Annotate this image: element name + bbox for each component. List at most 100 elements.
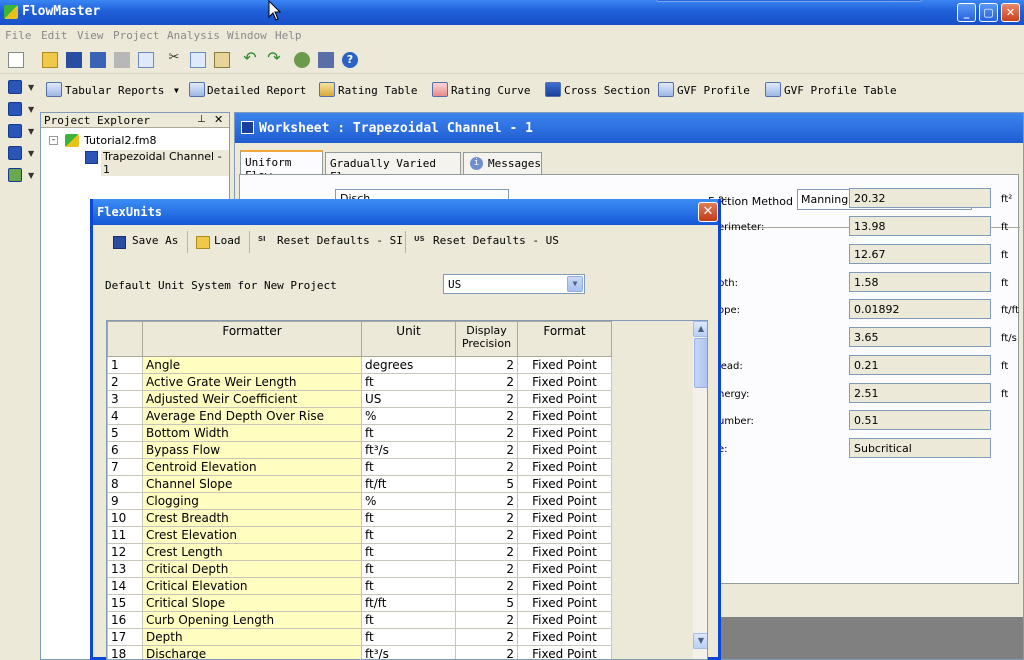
unit-cell[interactable]: ft/ft <box>361 594 456 612</box>
unit-cell[interactable]: % <box>361 492 456 510</box>
precision-cell[interactable]: 2 <box>455 611 518 629</box>
paste-icon[interactable] <box>214 52 230 68</box>
table-row[interactable]: 5 Bottom Width ft 2 Fixed Point <box>107 424 612 442</box>
inlet-tool-icon[interactable] <box>8 168 22 182</box>
tab-gradually-varied-flow[interactable]: Gradually Varied Flow <box>325 152 461 183</box>
channel-dropdown-icon[interactable]: ▼ <box>28 83 34 92</box>
format-cell[interactable]: Fixed Point <box>517 577 612 595</box>
menu-window[interactable]: Window <box>227 29 267 42</box>
column-header-format[interactable]: Format <box>517 321 612 357</box>
undo-icon[interactable]: ↶ <box>242 50 258 66</box>
unit-cell[interactable]: ft <box>361 628 456 646</box>
tabular-reports-button[interactable]: Tabular Reports <box>65 84 164 97</box>
inlet-dropdown-icon[interactable]: ▼ <box>28 171 34 180</box>
format-cell[interactable]: Fixed Point <box>517 611 612 629</box>
orifice-tool-icon[interactable] <box>8 146 22 160</box>
menu-view[interactable]: View <box>77 29 104 42</box>
table-row[interactable]: 17 Depth ft 2 Fixed Point <box>107 628 612 646</box>
menu-project[interactable]: Project <box>113 29 159 42</box>
pipe-dropdown-icon[interactable]: ▼ <box>28 105 34 114</box>
menu-file[interactable]: File <box>5 29 32 42</box>
table-row[interactable]: 3 Adjusted Weir Coefficient US 2 Fixed Point <box>107 390 612 408</box>
unit-cell[interactable]: ft/ft <box>361 475 456 493</box>
format-cell[interactable]: Fixed Point <box>517 373 612 391</box>
books-icon[interactable] <box>318 52 334 68</box>
precision-cell[interactable]: 2 <box>455 390 518 408</box>
rating-table-button[interactable]: Rating Table <box>338 84 417 97</box>
formatter-cell[interactable]: Critical Slope <box>142 594 362 612</box>
table-row[interactable]: 9 Clogging% 2 Fixed Point <box>107 492 612 510</box>
precision-cell[interactable]: 2 <box>455 509 518 527</box>
channel-tool-icon[interactable] <box>8 80 22 94</box>
save-all-icon[interactable] <box>90 52 106 68</box>
format-cell[interactable]: Fixed Point <box>517 492 612 510</box>
precision-cell[interactable]: 2 <box>455 560 518 578</box>
print-preview-icon[interactable] <box>138 52 154 68</box>
formatter-cell[interactable]: Critical Elevation <box>142 577 362 595</box>
table-row[interactable]: 2 Active Grate Weir Length ft 2 Fixed Point <box>107 373 612 391</box>
table-row[interactable]: 6 Bypass Flow ft³/s 2 Fixed Point <box>107 441 612 459</box>
unit-cell[interactable]: degrees <box>361 356 456 374</box>
formatter-cell[interactable]: Crest Elevation <box>142 526 362 544</box>
format-cell[interactable]: Fixed Point <box>517 628 612 646</box>
format-cell[interactable]: Fixed Point <box>517 594 612 612</box>
formatter-cell[interactable]: Average End Depth Over Rise <box>142 407 362 425</box>
tree-item-project[interactable]: Tutorial2.fm8 <box>84 134 157 147</box>
new-icon[interactable] <box>8 52 24 68</box>
formatter-cell[interactable]: Discharge <box>142 645 362 659</box>
unit-system-dropdown-icon[interactable]: ▼ <box>567 276 583 292</box>
formatter-cell[interactable]: Depth <box>142 628 362 646</box>
precision-cell[interactable]: 2 <box>455 628 518 646</box>
unit-cell[interactable]: ft³/s <box>361 645 456 659</box>
table-row[interactable]: 13 Critical Depth ft 2 Fixed Point <box>107 560 612 578</box>
reset-defaults-us-button[interactable]: Reset Defaults - US <box>433 234 559 247</box>
unit-cell[interactable]: US <box>361 390 456 408</box>
restore-button[interactable]: ▢ <box>979 3 998 22</box>
unit-system-select[interactable]: US ▼ <box>443 274 585 294</box>
column-header-unit[interactable]: Unit <box>361 321 456 357</box>
precision-cell[interactable]: 2 <box>455 356 518 374</box>
table-row[interactable]: 16 Curb Opening Length ft 2 Fixed Point <box>107 611 612 629</box>
table-row[interactable]: 1 Angle degrees 2 Fixed Point <box>107 356 612 374</box>
precision-cell[interactable]: 2 <box>455 441 518 459</box>
precision-cell[interactable]: 2 <box>455 526 518 544</box>
column-header-precision[interactable]: Display Precision <box>455 321 518 357</box>
unit-cell[interactable]: ft <box>361 560 456 578</box>
formatter-cell[interactable]: Critical Depth <box>142 560 362 578</box>
tab-uniform-flow[interactable]: Uniform Flow <box>240 150 323 182</box>
weir-tool-icon[interactable] <box>8 124 22 138</box>
rating-curve-button[interactable]: Rating Curve <box>451 84 530 97</box>
format-cell[interactable]: Fixed Point <box>517 560 612 578</box>
explorer-close-icon[interactable]: ✕ <box>214 113 223 126</box>
precision-cell[interactable]: 2 <box>455 458 518 476</box>
format-cell[interactable]: Fixed Point <box>517 407 612 425</box>
scroll-thumb[interactable] <box>694 338 707 388</box>
precision-cell[interactable]: 2 <box>455 577 518 595</box>
formatter-cell[interactable]: Channel Slope <box>142 475 362 493</box>
format-cell[interactable]: Fixed Point <box>517 509 612 527</box>
precision-cell[interactable]: 5 <box>455 475 518 493</box>
formatter-cell[interactable]: Crest Length <box>142 543 362 561</box>
cut-icon[interactable]: ✂ <box>166 50 182 66</box>
reset-defaults-si-button[interactable]: Reset Defaults - SI <box>277 234 403 247</box>
unit-cell[interactable]: ft <box>361 526 456 544</box>
unit-cell[interactable]: ft³/s <box>361 441 456 459</box>
table-row[interactable]: 11 Crest Elevation ft 2 Fixed Point <box>107 526 612 544</box>
tabular-dropdown-icon[interactable]: ▼ <box>174 86 179 95</box>
formatter-cell[interactable]: Crest Breadth <box>142 509 362 527</box>
save-as-button[interactable]: Save As <box>132 234 178 247</box>
format-cell[interactable]: Fixed Point <box>517 356 612 374</box>
gvf-profile-table-button[interactable]: GVF Profile Table <box>784 84 897 97</box>
precision-cell[interactable]: 2 <box>455 645 518 659</box>
menu-analysis[interactable]: Analysis <box>167 29 220 42</box>
tree-collapse-icon[interactable]: - <box>49 136 58 145</box>
formatter-cell[interactable]: Adjusted Weir Coefficient <box>142 390 362 408</box>
formatter-cell[interactable]: Angle <box>142 356 362 374</box>
unit-cell[interactable]: ft <box>361 424 456 442</box>
dialog-close-button[interactable]: ✕ <box>698 202 718 222</box>
load-button[interactable]: Load <box>214 234 241 247</box>
help-icon[interactable]: ? <box>342 52 358 68</box>
format-cell[interactable]: Fixed Point <box>517 645 612 659</box>
precision-cell[interactable]: 2 <box>455 492 518 510</box>
menu-help[interactable]: Help <box>275 29 302 42</box>
